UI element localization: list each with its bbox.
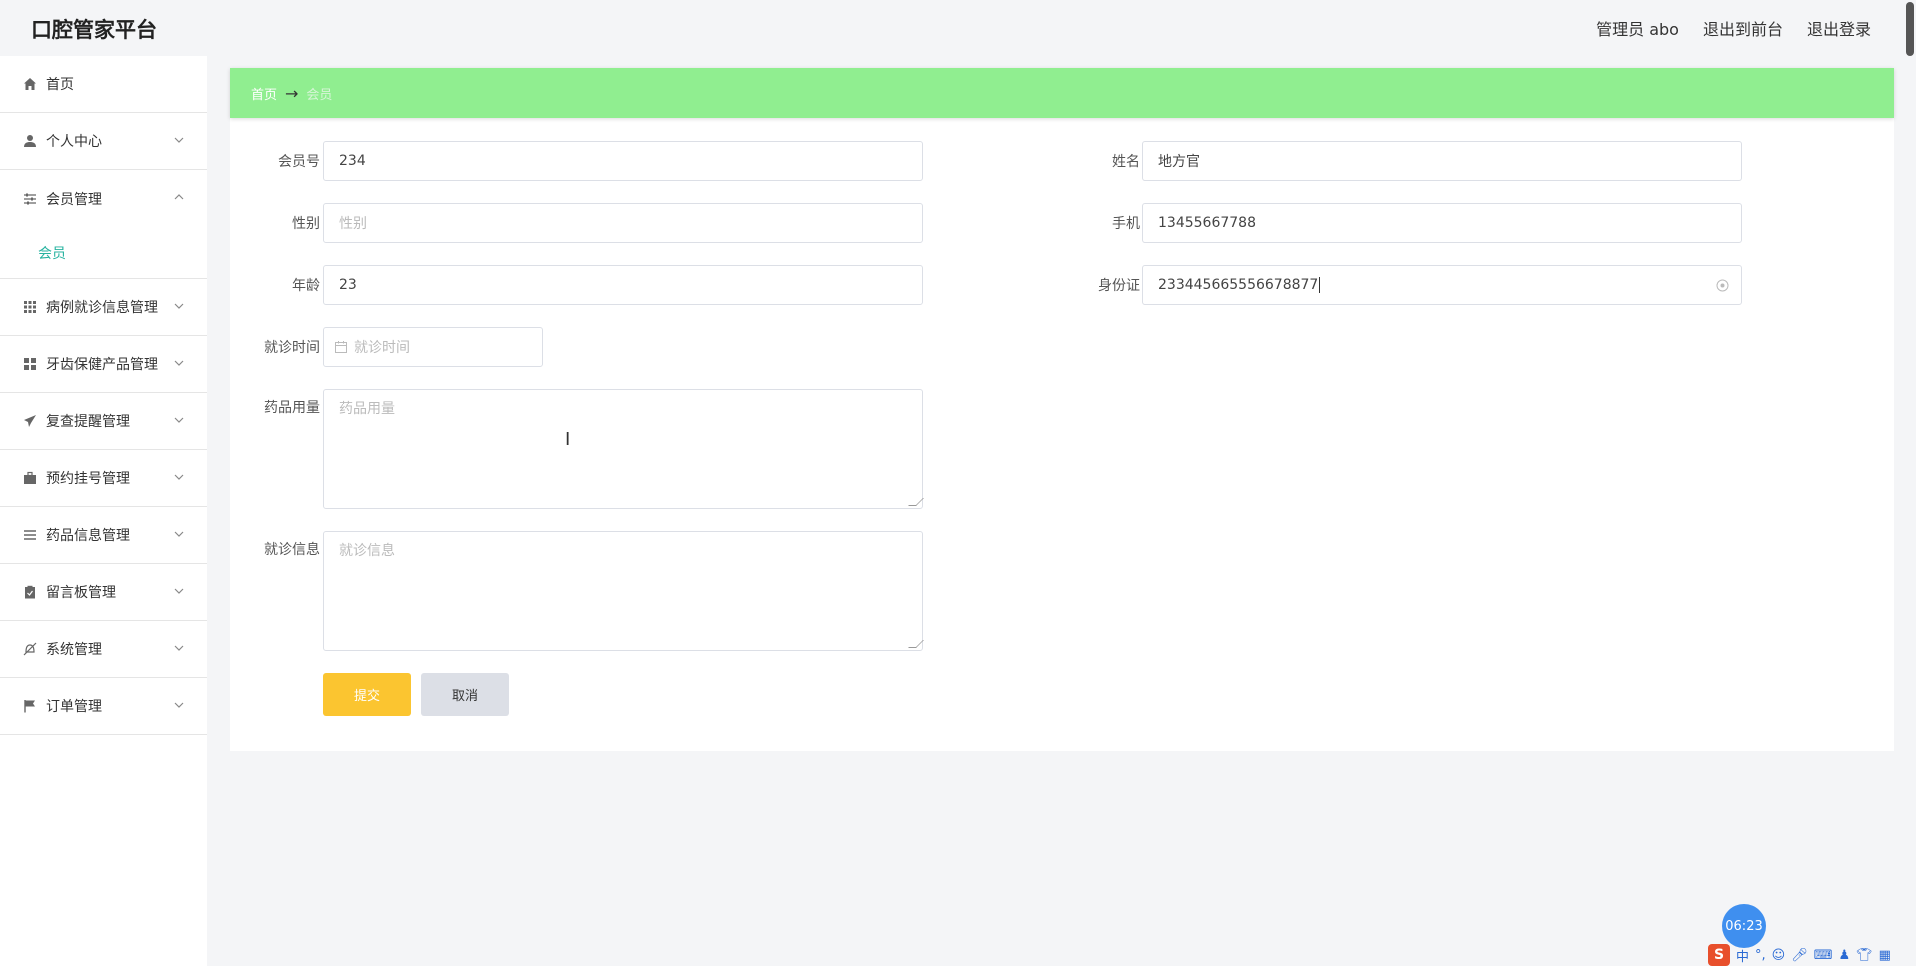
sidebar-item-member-management[interactable]: 会员管理 bbox=[0, 170, 207, 227]
gender-label: 性别 bbox=[292, 216, 320, 232]
member-no-label: 会员号 bbox=[278, 154, 320, 170]
visit-info-textarea[interactable]: 就诊信息 bbox=[323, 531, 924, 651]
sidebar-item-message-board[interactable]: 留言板管理 bbox=[0, 564, 207, 621]
sidebar-item-label: 复查提醒管理 bbox=[46, 414, 130, 430]
submit-button[interactable]: 提交 bbox=[323, 673, 411, 716]
breadcrumb-home[interactable]: 首页 bbox=[251, 84, 277, 103]
sidebar-item-label: 订单管理 bbox=[46, 699, 102, 715]
text-caret bbox=[1319, 277, 1321, 293]
sidebar-item-label: 个人中心 bbox=[46, 134, 102, 150]
toolbox-icon[interactable]: ▦ bbox=[1879, 948, 1891, 963]
sliders-icon bbox=[22, 191, 38, 207]
logout-link[interactable]: 退出登录 bbox=[1807, 16, 1871, 40]
calendar-icon bbox=[335, 341, 347, 353]
microphone-icon[interactable]: 🎤︎ bbox=[1791, 948, 1808, 963]
phone-label: 手机 bbox=[1112, 216, 1140, 232]
chevron-down-icon bbox=[174, 474, 184, 480]
clipboard-icon bbox=[22, 584, 38, 600]
skin-icon[interactable]: 👕︎ bbox=[1856, 948, 1873, 963]
id-card-input[interactable]: 233445665556678877 bbox=[1142, 265, 1742, 305]
member-no-input[interactable]: 234 bbox=[323, 141, 923, 181]
breadcrumb-separator: → bbox=[285, 83, 299, 103]
name-label: 姓名 bbox=[1112, 154, 1140, 170]
briefcase-icon bbox=[22, 470, 38, 486]
header-nav: 管理员 abo 退出到前台 退出登录 bbox=[1596, 16, 1871, 40]
sidebar-item-appointments[interactable]: 预约挂号管理 bbox=[0, 450, 207, 507]
dosage-label: 药品用量 bbox=[264, 400, 320, 416]
grid-icon bbox=[22, 299, 38, 315]
age-label: 年龄 bbox=[292, 278, 320, 294]
punctuation-icon[interactable]: °, bbox=[1755, 948, 1766, 963]
admin-user-label: 管理员 abo bbox=[1596, 20, 1679, 39]
dosage-placeholder: 药品用量 bbox=[339, 401, 395, 417]
dosage-textarea[interactable]: 药品用量 bbox=[323, 389, 924, 509]
chevron-down-icon bbox=[174, 137, 184, 143]
sidebar-item-label: 药品信息管理 bbox=[46, 528, 130, 544]
visit-time-placeholder: 就诊时间 bbox=[354, 340, 410, 356]
mouse-text-cursor: I bbox=[565, 429, 571, 450]
sidebar-item-system-management[interactable]: 系统管理 bbox=[0, 621, 207, 678]
sidebar-subitem-member[interactable]: 会员 bbox=[0, 227, 207, 279]
sidebar-item-label: 牙齿保健产品管理 bbox=[46, 357, 158, 373]
apps-icon bbox=[22, 356, 38, 372]
sidebar-item-home[interactable]: 首页 bbox=[0, 56, 207, 113]
sidebar-item-drug-info[interactable]: 药品信息管理 bbox=[0, 507, 207, 564]
ime-mode[interactable]: 中 bbox=[1736, 946, 1749, 965]
chevron-down-icon bbox=[174, 417, 184, 423]
name-input[interactable]: 地方官 bbox=[1142, 141, 1742, 181]
chevron-up-icon bbox=[174, 194, 184, 200]
scrollbar-thumb[interactable] bbox=[1906, 2, 1914, 56]
sidebar-item-profile[interactable]: 个人中心 bbox=[0, 113, 207, 170]
chevron-down-icon bbox=[174, 531, 184, 537]
sidebar: 首页 个人中心 会员管理 会员 病例就诊信息管理 牙齿保健产品管理 复查提醒管理 bbox=[0, 56, 207, 966]
resize-handle[interactable] bbox=[908, 498, 924, 506]
chevron-down-icon bbox=[174, 303, 184, 309]
floating-timer[interactable]: 06:23 bbox=[1722, 904, 1766, 948]
sidebar-item-label: 会员管理 bbox=[46, 191, 102, 208]
keyboard-icon[interactable]: ⌨ bbox=[1814, 948, 1833, 963]
sidebar-item-label: 留言板管理 bbox=[46, 585, 116, 601]
ime-toolbar: S 中 °, ☺ 🎤︎ ⌨ ♟ 👕︎ ▦ bbox=[1708, 944, 1916, 966]
sidebar-item-label: 预约挂号管理 bbox=[46, 471, 130, 487]
breadcrumb: 首页 → 会员 bbox=[230, 68, 1894, 118]
resize-handle[interactable] bbox=[908, 640, 924, 648]
flag-icon bbox=[22, 698, 38, 714]
app-title: 口腔管家平台 bbox=[31, 18, 157, 42]
clear-icon[interactable] bbox=[1716, 279, 1729, 292]
visit-time-label: 就诊时间 bbox=[264, 340, 320, 356]
phone-input[interactable]: 13455667788 bbox=[1142, 203, 1742, 243]
home-icon bbox=[22, 76, 38, 92]
sidebar-item-label: 病例就诊信息管理 bbox=[46, 300, 158, 316]
user-settings-icon[interactable]: ♟ bbox=[1839, 948, 1851, 963]
chevron-down-icon bbox=[174, 702, 184, 708]
chevron-down-icon bbox=[174, 588, 184, 594]
bell-off-icon bbox=[22, 641, 38, 657]
sidebar-item-label: 首页 bbox=[46, 77, 74, 93]
back-to-front-link[interactable]: 退出到前台 bbox=[1703, 16, 1783, 40]
user-icon bbox=[22, 133, 38, 149]
id-card-value: 233445665556678877 bbox=[1158, 277, 1319, 293]
age-input[interactable]: 23 bbox=[323, 265, 923, 305]
chevron-down-icon bbox=[174, 645, 184, 651]
top-header: 口腔管家平台 管理员 abo 退出到前台 退出登录 bbox=[0, 0, 1916, 56]
page-scrollbar[interactable] bbox=[1904, 0, 1916, 966]
chevron-down-icon bbox=[174, 360, 184, 366]
sidebar-item-case-management[interactable]: 病例就诊信息管理 bbox=[0, 279, 207, 336]
gender-input[interactable]: 性别 bbox=[323, 203, 923, 243]
sidebar-item-order-management[interactable]: 订单管理 bbox=[0, 678, 207, 735]
ime-logo-icon[interactable]: S bbox=[1708, 944, 1730, 966]
id-card-label: 身份证 bbox=[1098, 278, 1140, 294]
paper-plane-icon bbox=[22, 413, 38, 429]
emoji-icon[interactable]: ☺ bbox=[1772, 948, 1786, 963]
visit-time-picker[interactable]: 就诊时间 bbox=[323, 327, 543, 367]
sidebar-item-label: 系统管理 bbox=[46, 642, 102, 658]
sidebar-item-followup-reminders[interactable]: 复查提醒管理 bbox=[0, 393, 207, 450]
cancel-button[interactable]: 取消 bbox=[421, 673, 509, 716]
visit-info-label: 就诊信息 bbox=[264, 542, 320, 558]
list-icon bbox=[22, 527, 38, 543]
sidebar-item-dental-products[interactable]: 牙齿保健产品管理 bbox=[0, 336, 207, 393]
main-content: 首页 → 会员 会员号 234 姓名 地方官 性别 性别 手机 13455667… bbox=[230, 68, 1894, 751]
visit-info-placeholder: 就诊信息 bbox=[339, 543, 395, 559]
breadcrumb-current: 会员 bbox=[306, 87, 333, 103]
